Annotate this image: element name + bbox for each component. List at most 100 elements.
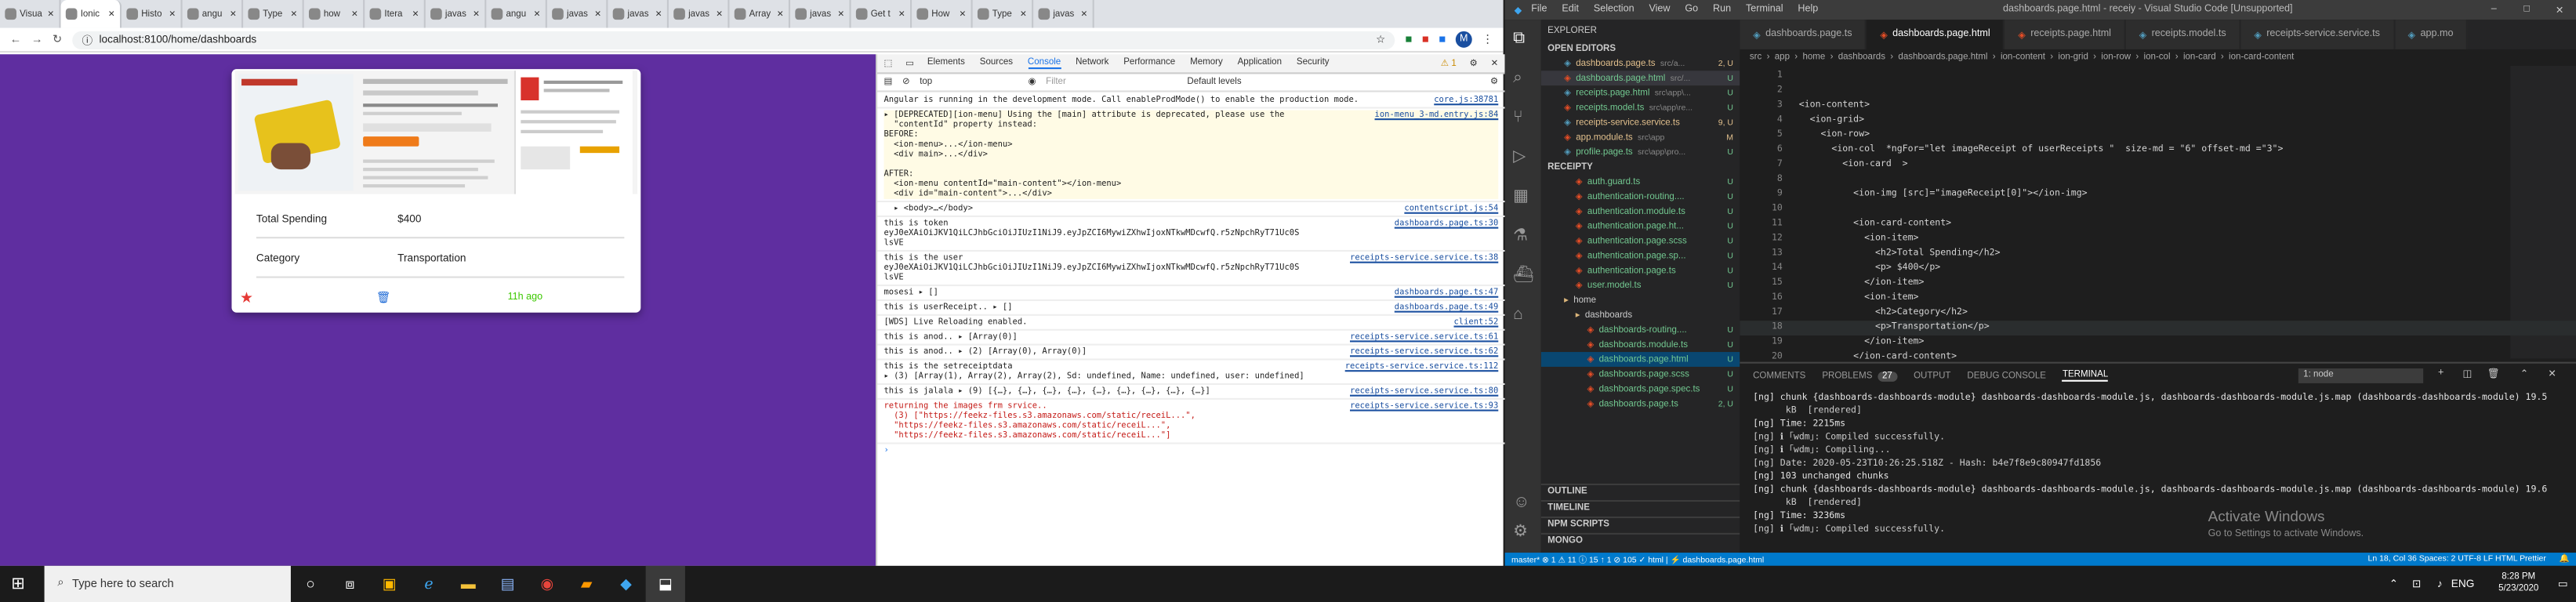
editor-tab[interactable]: ◈ receipts.page.html xyxy=(2005,20,2126,49)
code-line[interactable]: 19 </ion-item> xyxy=(1740,335,2576,350)
add-terminal-icon[interactable]: + xyxy=(2438,368,2444,379)
extensions-icon[interactable]: ▦ xyxy=(1513,187,1529,205)
file-tree-item[interactable]: ◈ authentication.page.ht... U xyxy=(1541,219,1740,234)
file-tree-item[interactable]: ◈ dashboards.page.ts 2, U xyxy=(1541,397,1740,412)
console-source-link[interactable]: receipts-service.service.ts:93 xyxy=(1350,401,1498,412)
favorite-star-icon[interactable]: ★ xyxy=(240,289,253,307)
tab-close-icon[interactable]: ✕ xyxy=(716,9,723,20)
menu-terminal[interactable]: Terminal xyxy=(1746,5,1783,15)
devtools-tab-performance[interactable]: Performance xyxy=(1123,57,1175,69)
console-source-link[interactable]: dashboards.page.ts:49 xyxy=(1395,303,1498,313)
split-terminal-icon[interactable]: ◫ xyxy=(2462,368,2472,380)
breadcrumb-item[interactable]: dashboards.page.html xyxy=(1898,53,1987,63)
notepad-icon[interactable]: ▤ xyxy=(488,575,527,593)
close-icon[interactable]: ✕ xyxy=(1491,58,1499,68)
inspect-icon[interactable]: ⬚ xyxy=(883,58,892,68)
console-source-link[interactable]: core.js:38781 xyxy=(1434,96,1498,106)
section-header-mongo[interactable]: MONGO xyxy=(1540,532,1740,548)
browser-tab[interactable]: How ✕ xyxy=(912,0,973,28)
taskbar-search[interactable]: ⌕ Type here to search xyxy=(44,565,291,602)
notifications-icon[interactable]: ▭ xyxy=(2550,578,2576,591)
browser-tab[interactable]: javas ✕ xyxy=(669,0,730,28)
sublime-icon[interactable]: ▰ xyxy=(567,575,606,593)
network-icon[interactable]: ⊡ xyxy=(2405,578,2428,591)
maximize-icon[interactable]: □ xyxy=(2510,5,2543,15)
manage-gear-icon[interactable]: ⚙ xyxy=(1513,523,1528,541)
language-indicator[interactable]: ENG xyxy=(2451,578,2487,590)
clock[interactable]: 8:28 PM 5/23/2020 xyxy=(2487,572,2550,595)
devtools-tab-elements[interactable]: Elements xyxy=(927,57,965,69)
vscode-icon[interactable]: ◆ xyxy=(606,575,645,593)
open-editor-item[interactable]: ◈ receipts.model.ts src\app\re... U xyxy=(1541,100,1740,115)
kill-terminal-icon[interactable]: 🗑 xyxy=(2487,368,2500,380)
code-line[interactable]: 16 <ion-item> xyxy=(1740,291,2576,306)
tab-close-icon[interactable]: ✕ xyxy=(959,9,966,20)
tab-close-icon[interactable]: ✕ xyxy=(1020,9,1027,20)
bookmark-star-icon[interactable]: ☆ xyxy=(1376,33,1385,46)
mongo-leaf-icon[interactable]: ⌂ xyxy=(1513,306,1523,324)
tab-close-icon[interactable]: ✕ xyxy=(655,9,662,20)
avatar[interactable]: M xyxy=(1455,31,1472,48)
edge-icon[interactable]: ℯ xyxy=(409,575,448,593)
settings-gear-icon[interactable]: ⚙ xyxy=(1470,58,1478,68)
file-tree-item[interactable]: ◈ auth.guard.ts U xyxy=(1541,174,1740,189)
editor-tab[interactable]: ◈ receipts-service.service.ts xyxy=(2240,20,2395,49)
device-toggle-icon[interactable]: ▭ xyxy=(905,58,914,68)
tab-close-icon[interactable]: ✕ xyxy=(230,9,237,20)
devtools-tab-application[interactable]: Application xyxy=(1238,57,1282,69)
volume-icon[interactable]: ♪ xyxy=(2428,578,2451,590)
settings-gear-icon[interactable]: ⚙ xyxy=(1490,78,1498,88)
close-panel-icon[interactable]: ✕ xyxy=(2548,368,2556,380)
file-tree-item[interactable]: ◈ dashboards.page.html U xyxy=(1540,352,1740,367)
extension-icon[interactable]: ■ xyxy=(1422,34,1429,45)
editor-tab[interactable]: ◈ dashboards.page.ts xyxy=(1740,20,1867,49)
tab-close-icon[interactable]: ✕ xyxy=(47,9,54,20)
devtools-tab-memory[interactable]: Memory xyxy=(1190,57,1223,69)
tab-close-icon[interactable]: ✕ xyxy=(837,9,844,20)
windows-start-icon[interactable]: ⊞ xyxy=(0,575,36,593)
console-source-link[interactable]: contentscript.js:54 xyxy=(1404,204,1498,214)
tab-close-icon[interactable]: ✕ xyxy=(169,9,176,20)
file-tree-item[interactable]: ▸ home xyxy=(1541,293,1740,308)
console-source-link[interactable]: receipts-service.service.ts:62 xyxy=(1350,347,1498,357)
open-editor-item[interactable]: ◈ profile.page.ts src\app\pro... U xyxy=(1541,145,1740,160)
menu-help[interactable]: Help xyxy=(1798,5,1818,15)
warning-count[interactable]: ⚠ 1 xyxy=(1441,58,1457,68)
kebab-menu-icon[interactable]: ⋮ xyxy=(1482,33,1493,46)
file-tree-item[interactable]: ◈ dashboards.page.scss U xyxy=(1541,367,1740,382)
code-line[interactable]: 10 xyxy=(1740,202,2576,217)
forward-icon[interactable]: → xyxy=(31,34,43,45)
eye-icon[interactable]: ◉ xyxy=(1029,78,1036,88)
system-tray-chevron-icon[interactable]: ⌃ xyxy=(2382,578,2405,591)
browser-tab[interactable]: Ionic ✕ xyxy=(60,0,122,28)
menu-go[interactable]: Go xyxy=(1685,5,1698,15)
test-icon[interactable]: ⚗ xyxy=(1513,227,1528,245)
filter-input[interactable]: Filter xyxy=(1046,78,1177,88)
panel-tab-output[interactable]: OUTPUT xyxy=(1914,371,1950,381)
task-view-icon[interactable]: ⧈ xyxy=(330,575,369,593)
code-line[interactable]: 7 <ion-card > xyxy=(1740,158,2576,172)
breadcrumb-item[interactable]: ion-card-content xyxy=(2229,53,2294,63)
browser-tab[interactable]: angu ✕ xyxy=(183,0,244,28)
browser-tab[interactable]: javas ✕ xyxy=(547,0,608,28)
devtools-tab-sources[interactable]: Sources xyxy=(980,57,1013,69)
file-tree-item[interactable]: ◈ authentication.module.ts U xyxy=(1541,204,1740,219)
breadcrumb-item[interactable]: dashboards xyxy=(1838,53,1885,63)
code-line[interactable]: 6 <ion-col *ngFor="let imageReceipt of u… xyxy=(1740,143,2576,158)
console-source-link[interactable]: receipts-service.service.ts:61 xyxy=(1350,332,1498,343)
browser-tab[interactable]: javas ✕ xyxy=(426,0,487,28)
breadcrumb-item[interactable]: ion-card xyxy=(2183,53,2216,63)
console-source-link[interactable]: client:52 xyxy=(1453,317,1498,328)
breadcrumb-item[interactable]: ion-col xyxy=(2144,53,2171,63)
status-right[interactable]: Ln 18, Col 36 Spaces: 2 UTF-8 LF HTML Pr… xyxy=(2368,554,2546,564)
browser-tab[interactable]: Type ✕ xyxy=(973,0,1034,28)
console-source-link[interactable]: receipts-service.service.ts:80 xyxy=(1350,386,1498,397)
breadcrumb-item[interactable]: home xyxy=(1802,53,1825,63)
file-tree-item[interactable]: ◈ authentication.page.sp... U xyxy=(1541,248,1740,263)
tab-close-icon[interactable]: ✕ xyxy=(473,9,480,20)
breadcrumb-item[interactable]: ion-grid xyxy=(2058,53,2088,63)
console-source-link[interactable]: dashboards.page.ts:30 xyxy=(1395,219,1498,229)
browser-tab[interactable]: how ✕ xyxy=(304,0,365,28)
menu-selection[interactable]: Selection xyxy=(1594,5,1634,15)
code-line[interactable]: 8 xyxy=(1740,172,2576,187)
